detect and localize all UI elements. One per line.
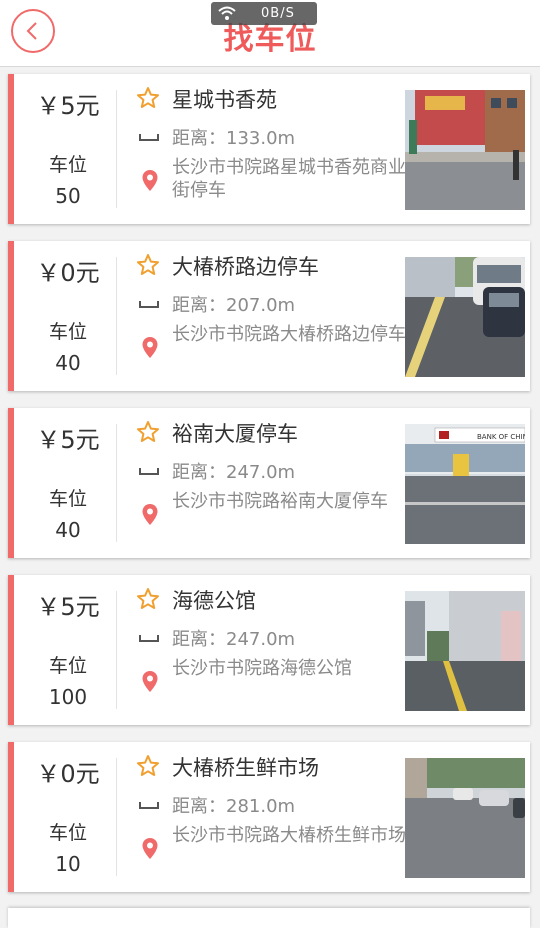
star-icon[interactable] (136, 754, 160, 778)
lot-name: 大椿桥生鲜市场 (172, 756, 319, 780)
star-icon[interactable] (136, 86, 160, 110)
card-accent-bar (8, 241, 14, 391)
star-icon[interactable] (136, 587, 160, 611)
distance-ruler-icon (139, 468, 159, 475)
spot-count: 10 (55, 852, 81, 876)
lot-distance: 距离：133.0m (172, 128, 296, 149)
lot-distance: 距离：207.0m (172, 295, 296, 316)
lot-distance: 距离：247.0m (172, 462, 296, 483)
bank-sign-text: BANK OF CHINA (477, 433, 525, 441)
lot-name: 海德公馆 (172, 589, 256, 613)
spot-label: 车位 (48, 154, 87, 176)
location-pin-icon (142, 671, 158, 692)
location-pin-icon (142, 504, 158, 525)
location-pin-icon (142, 337, 158, 358)
parking-lot-card[interactable]: ￥5元 车位 100 海德公馆 距离：247.0m 长沙市书院路海德公馆 (8, 575, 530, 725)
distance-ruler-icon (139, 635, 159, 642)
price: ￥5元 (36, 593, 100, 621)
top-bar: 找车位 0B/S (0, 0, 540, 67)
lot-address: 长沙市书院路星城书香苑商业街停车 (172, 157, 406, 201)
parking-lot-card[interactable]: ￥5元 车位 50 星城书香苑 距离：133.0m 长沙市书院路星城书香苑商业街… (8, 74, 530, 224)
divider (116, 257, 117, 375)
location-pin-icon (142, 170, 158, 191)
spot-label: 车位 (48, 321, 87, 343)
lot-name: 大椿桥路边停车 (172, 255, 319, 279)
star-icon[interactable] (136, 253, 160, 277)
card-accent-bar (8, 575, 14, 725)
lot-name: 星城书香苑 (172, 88, 277, 112)
lot-name: 裕南大厦停车 (172, 422, 298, 446)
wifi-icon (218, 6, 236, 20)
parking-lot-card[interactable]: ￥0元 车位 40 大椿桥路边停车 距离：207.0m 长沙市书院路大椿桥路边停… (8, 241, 530, 391)
lot-photo[interactable]: BANK OF CHINA (405, 424, 525, 544)
divider (116, 758, 117, 876)
lot-address: 长沙市书院路裕南大厦停车 (172, 491, 388, 512)
price: ￥0元 (36, 259, 100, 287)
price: ￥5元 (36, 92, 100, 120)
parking-lot-card[interactable]: ￥0元 车位 10 大椿桥生鲜市场 距离：281.0m 长沙市书院路大椿桥生鲜市… (8, 742, 530, 892)
divider (116, 424, 117, 542)
location-pin-icon (142, 838, 158, 859)
lot-photo[interactable] (405, 90, 525, 210)
lot-photo[interactable] (405, 591, 525, 711)
divider (116, 90, 117, 208)
lot-distance: 距离：247.0m (172, 629, 296, 650)
network-speed-text: 0B/S (261, 6, 295, 21)
spot-count: 50 (55, 184, 81, 208)
divider (116, 591, 117, 709)
lot-address: 长沙市书院路大椿桥路边停车 (172, 324, 406, 345)
lot-distance: 距离：281.0m (172, 796, 296, 817)
card-accent-bar (8, 408, 14, 558)
lot-address: 长沙市书院路大椿桥生鲜市场 (172, 825, 406, 846)
card-accent-bar (8, 742, 14, 892)
lot-photo[interactable] (405, 257, 525, 377)
card-accent-bar (8, 74, 14, 224)
spot-count: 100 (48, 685, 88, 709)
price: ￥5元 (36, 426, 100, 454)
spot-count: 40 (55, 351, 81, 375)
spot-count: 40 (55, 518, 81, 542)
price: ￥0元 (36, 760, 100, 788)
spot-label: 车位 (48, 655, 87, 677)
star-icon[interactable] (136, 420, 160, 444)
spot-label: 车位 (48, 822, 87, 844)
distance-ruler-icon (139, 802, 159, 809)
parking-lot-list: ￥5元 车位 50 星城书香苑 距离：133.0m 长沙市书院路星城书香苑商业街… (0, 74, 540, 909)
distance-ruler-icon (139, 134, 159, 141)
network-speed-badge: 0B/S (211, 2, 317, 25)
parking-lot-card-partial[interactable] (8, 908, 530, 928)
spot-label: 车位 (48, 488, 87, 510)
lot-address: 长沙市书院路海德公馆 (172, 658, 352, 679)
distance-ruler-icon (139, 301, 159, 308)
lot-photo[interactable] (405, 758, 525, 878)
parking-lot-card[interactable]: ￥5元 车位 40 裕南大厦停车 距离：247.0m 长沙市书院路裕南大厦停车 … (8, 408, 530, 558)
